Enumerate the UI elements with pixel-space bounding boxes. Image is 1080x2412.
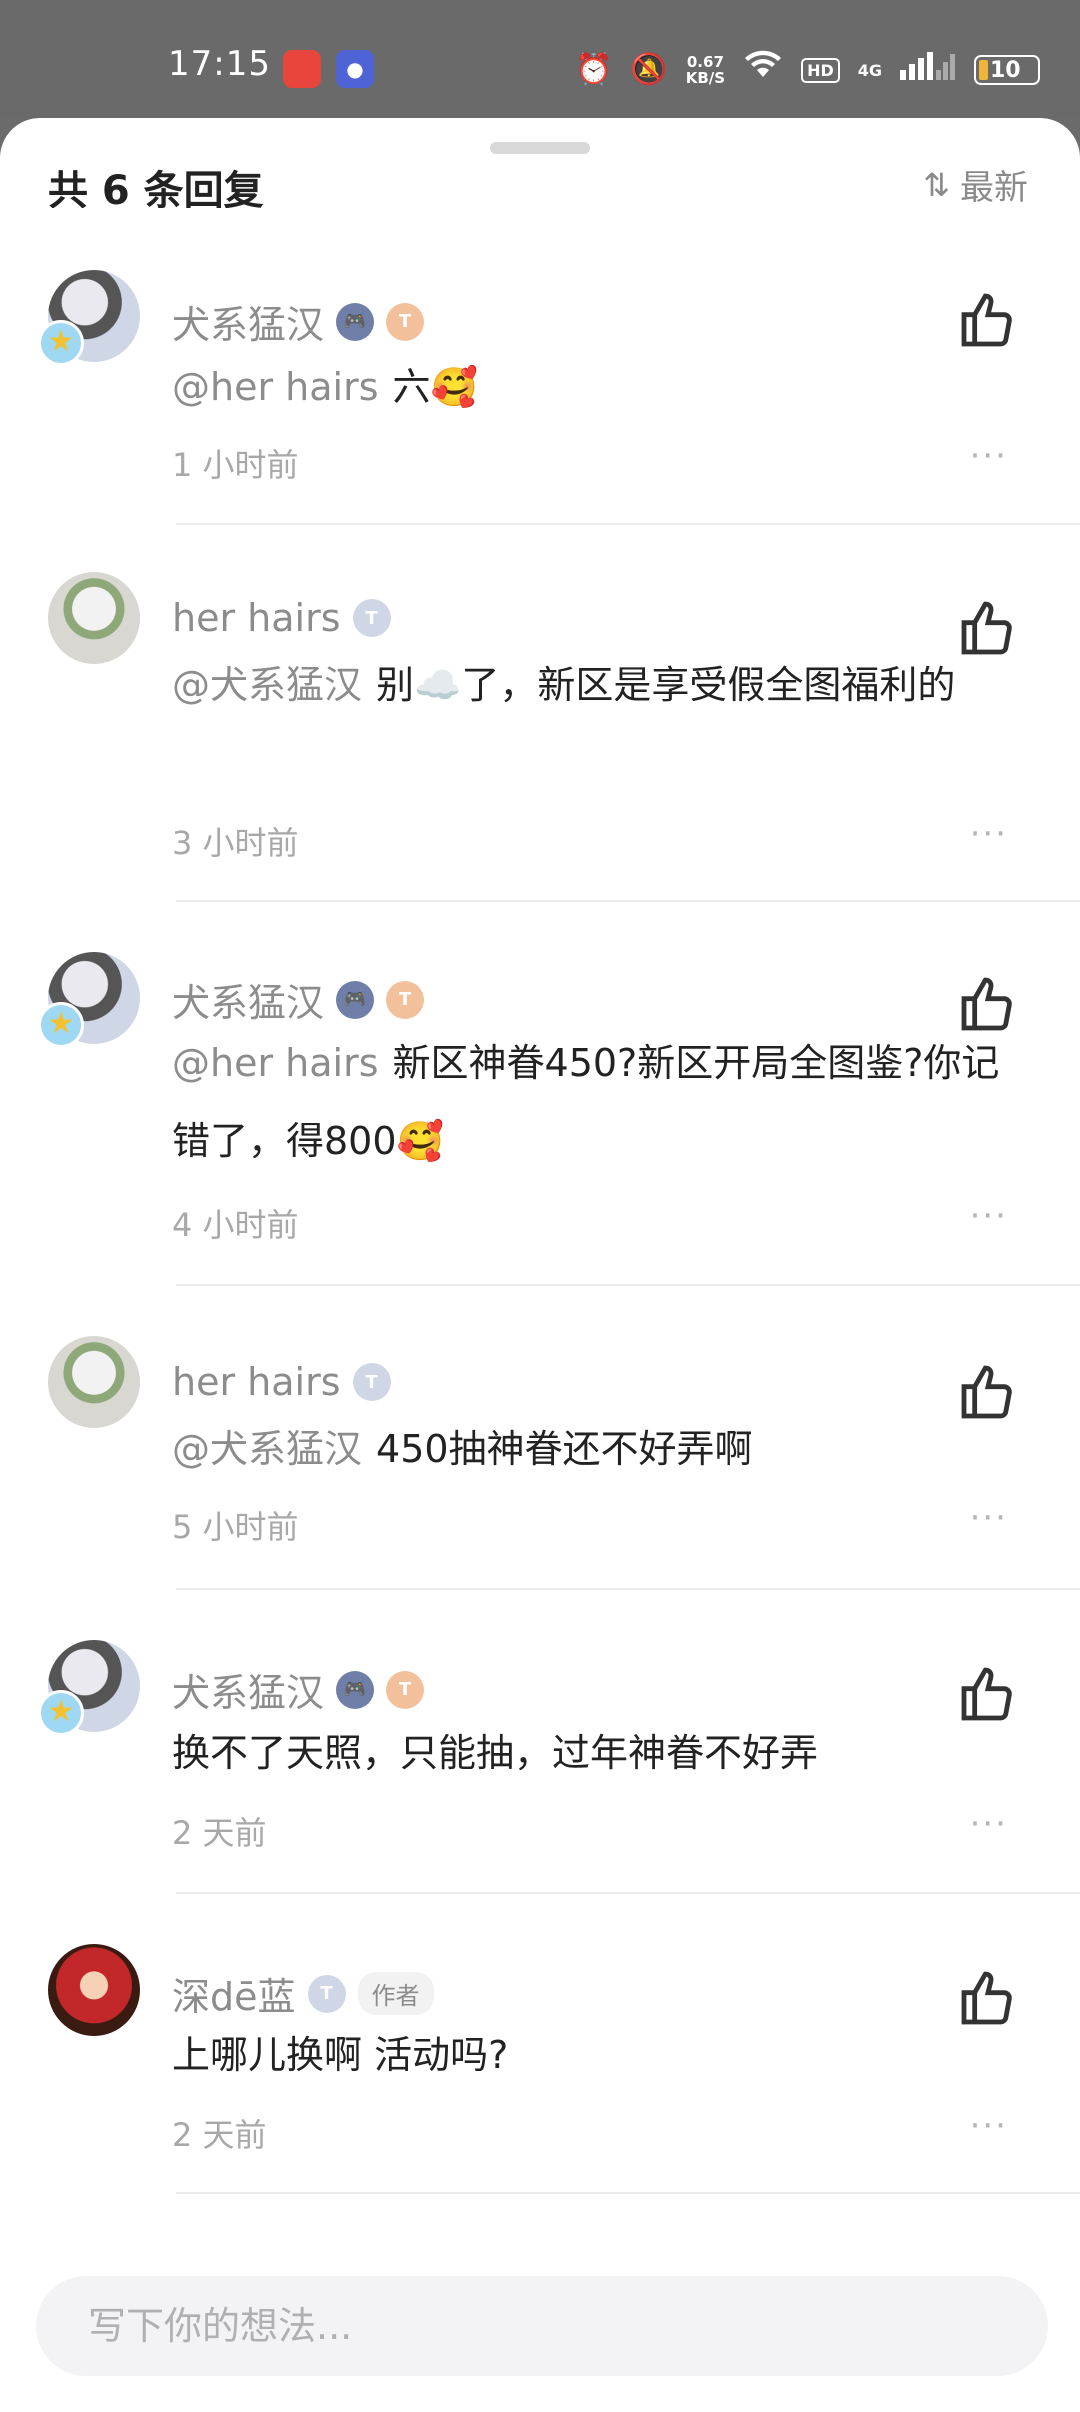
level-badge-icon: T (386, 302, 425, 341)
reply-sheet: 共 6 条回复 ⇅ 最新 ★ 犬系猛汉 🎮 T @her hairs 六🥰 1 小… (0, 118, 1080, 2412)
username[interactable]: 深dē蓝 T 作者 (172, 1966, 434, 2021)
comment-time: 3 小时前 (172, 824, 299, 862)
more-icon[interactable]: ··· (970, 2106, 1008, 2146)
divider (176, 523, 1080, 525)
list-item: ★ 犬系猛汉 🎮 T @her hairs 六🥰 1 小时前 ··· (0, 268, 1080, 572)
mention-link[interactable]: @her hairs (172, 365, 379, 409)
more-icon[interactable]: ··· (970, 1498, 1008, 1538)
mention-link[interactable]: @her hairs (172, 1041, 379, 1085)
comment-list: ★ 犬系猛汉 🎮 T @her hairs 六🥰 1 小时前 ··· her ha… (0, 268, 1080, 2248)
more-icon[interactable]: ··· (970, 814, 1008, 854)
list-item: her hairs T @犬系猛汉 别☁️了，新区是享受假全图福利的 3 小时前 … (0, 572, 1080, 952)
avatar-frame-icon: ★ (38, 320, 84, 366)
network-type: 4G (857, 60, 882, 80)
mute-icon: 🔕 (630, 52, 668, 87)
avatar-frame-icon: ★ (38, 1002, 84, 1048)
game-badge-icon: 🎮 (336, 302, 375, 341)
more-icon[interactable]: ··· (970, 1804, 1008, 1844)
battery-icon: 10 (974, 55, 1040, 85)
comment-text: @her hairs 新区神眷450?新区开局全图鉴?你记错了，得800🥰 (172, 1041, 1000, 1163)
comment-input-bar (0, 2236, 1080, 2412)
level-badge-icon: T (352, 1363, 391, 1401)
avatar[interactable] (48, 1944, 140, 2036)
mention-link[interactable]: @犬系猛汉 (172, 663, 362, 707)
comment-time: 1 小时前 (172, 446, 299, 484)
status-icons: ⏰ 🔕 0.67 KB/S HD 4G 10 (575, 48, 1040, 92)
comment-input[interactable] (36, 2276, 1048, 2376)
comment-time: 2 天前 (172, 1814, 267, 1852)
divider (176, 1588, 1080, 1590)
comment-text: 换不了天照，只能抽，过年神眷不好弄 (172, 1731, 819, 1775)
status-time: 17:15 (168, 44, 271, 84)
battery-level: 10 (990, 57, 1021, 83)
status-bar: 17:15 ● ⏰ 🔕 0.67 KB/S HD 4G 10 (0, 0, 1080, 118)
comment-text: @犬系猛汉 别☁️了，新区是享受假全图福利的 (172, 663, 956, 707)
sort-icon: ⇅ (923, 165, 950, 204)
hd-label: HD (801, 57, 840, 83)
comment-text: 上哪儿换啊 活动吗? (172, 2033, 509, 2077)
mention-link[interactable]: @犬系猛汉 (172, 1427, 362, 1471)
divider (176, 1284, 1080, 1286)
reply-count: 共 6 条回复 (48, 168, 264, 208)
avatar-frame-icon: ★ (38, 1690, 84, 1736)
sort-toggle[interactable]: ⇅ 最新 (923, 160, 1028, 209)
wifi-icon (743, 49, 783, 92)
level-badge-icon: T (386, 1670, 425, 1709)
game-badge-icon: 🎮 (336, 980, 375, 1019)
username[interactable]: 犬系猛汉 🎮 T (172, 1662, 425, 1717)
more-icon[interactable]: ··· (970, 1196, 1008, 1236)
level-badge-icon: T (307, 1974, 346, 2013)
comment-text: @犬系猛汉 450抽神眷还不好弄啊 (172, 1427, 753, 1471)
avatar[interactable] (48, 572, 140, 664)
music-app-icon (283, 50, 321, 88)
username[interactable]: her hairs T (172, 1360, 391, 1404)
battery-fill (979, 60, 988, 80)
level-badge-icon: T (352, 599, 391, 637)
like-icon[interactable] (956, 288, 1020, 352)
comment-time: 4 小时前 (172, 1206, 299, 1244)
alarm-icon: ⏰ (575, 52, 613, 87)
level-badge-icon: T (386, 980, 425, 1019)
signal-icon (900, 50, 956, 91)
username[interactable]: her hairs T (172, 596, 391, 640)
net-speed-unit: KB/S (685, 69, 726, 87)
more-icon[interactable]: ··· (970, 436, 1008, 476)
net-speed: 0.67 KB/S (686, 54, 725, 86)
divider (176, 1892, 1080, 1894)
list-item: 深dē蓝 T 作者 上哪儿换啊 活动吗? 2 天前 ··· (0, 1944, 1080, 2248)
comment-time: 5 小时前 (172, 1508, 299, 1546)
sort-label: 最新 (960, 168, 1028, 208)
game-badge-icon: 🎮 (336, 1670, 375, 1709)
list-item: ★ 犬系猛汉 🎮 T 换不了天照，只能抽，过年神眷不好弄 2 天前 ··· (0, 1640, 1080, 1944)
avatar[interactable] (48, 1336, 140, 1428)
author-tag: 作者 (357, 1972, 434, 2015)
divider (176, 900, 1080, 902)
sheet-header: 共 6 条回复 ⇅ 最新 (0, 118, 1080, 209)
drag-handle[interactable] (490, 142, 590, 154)
net-speed-value: 0.67 (686, 53, 724, 71)
username[interactable]: 犬系猛汉 🎮 T (172, 972, 425, 1027)
comment-text: @her hairs 六🥰 (172, 365, 478, 409)
username[interactable]: 犬系猛汉 🎮 T (172, 294, 425, 349)
list-item: her hairs T @犬系猛汉 450抽神眷还不好弄啊 5 小时前 ··· (0, 1336, 1080, 1640)
divider (176, 2192, 1080, 2194)
comment-time: 2 天前 (172, 2116, 267, 2154)
list-item: ★ 犬系猛汉 🎮 T @her hairs 新区神眷450?新区开局全图鉴?你记错… (0, 952, 1080, 1336)
tieba-app-icon: ● (336, 50, 374, 88)
